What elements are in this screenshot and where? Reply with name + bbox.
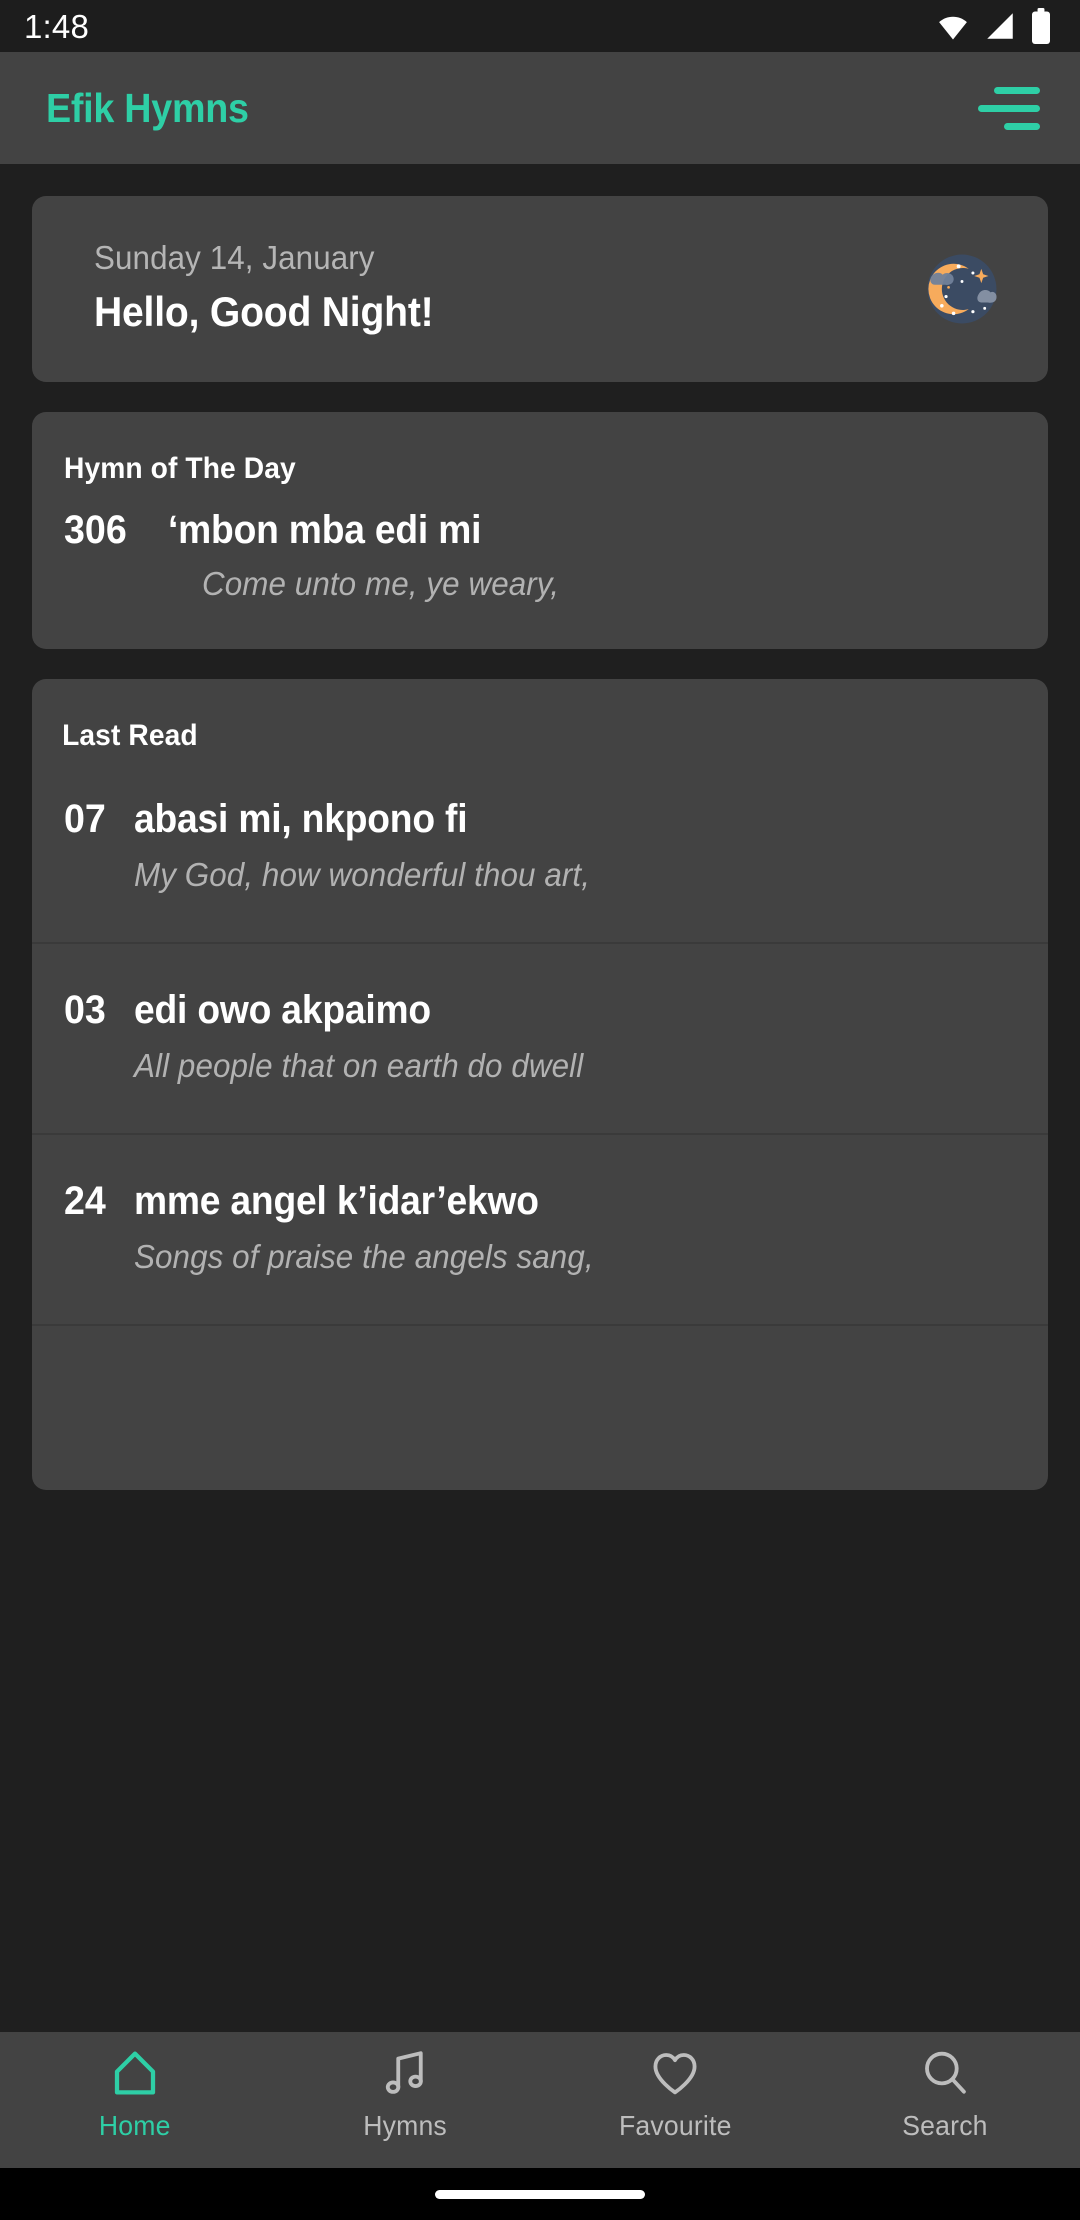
menu-line-2 xyxy=(978,104,1040,112)
nav-label-search: Search xyxy=(902,2110,988,2141)
nav-item-hymns[interactable]: Hymns xyxy=(270,2046,540,2142)
bottom-navigation-bar: Home Hymns Favourite Search xyxy=(0,2032,1080,2168)
list-item[interactable]: 07 abasi mi, nkpono fi My God, how wonde… xyxy=(32,773,1048,942)
home-gesture-bar[interactable] xyxy=(0,2168,1080,2220)
list-item-number: 24 xyxy=(64,1179,106,1223)
status-bar-clock: 1:48 xyxy=(24,7,90,45)
last-read-list: 07 abasi mi, nkpono fi My God, how wonde… xyxy=(32,773,1048,1490)
music-note-icon xyxy=(385,2051,423,2094)
greeting-message: Hello, Good Night! xyxy=(94,288,434,336)
scroll-content[interactable]: Sunday 14, January Hello, Good Night! Hy… xyxy=(0,164,1080,2032)
greeting-text: Sunday 14, January Hello, Good Night! xyxy=(94,237,920,341)
greeting-card: Sunday 14, January Hello, Good Night! xyxy=(32,196,1048,382)
home-icon xyxy=(114,2051,156,2095)
list-item-head: 24 mme angel k’idar’ekwo xyxy=(64,1179,1004,1224)
signal-icon xyxy=(987,13,1013,39)
list-item[interactable]: 24 mme angel k’idar’ekwo Songs of praise… xyxy=(32,1133,1048,1324)
status-bar: 1:48 xyxy=(0,0,1080,52)
hamburger-menu-icon[interactable] xyxy=(976,81,1040,135)
status-bar-icons xyxy=(936,8,1052,44)
list-item-number: 07 xyxy=(64,797,106,841)
app-screen: 1:48 Efik Hymns Sunday 14, January Hello… xyxy=(0,0,1080,2220)
last-read-title: Last Read xyxy=(62,719,198,752)
battery-icon xyxy=(1032,8,1050,44)
list-item-head: 03 edi owo akpaimo xyxy=(64,988,1004,1033)
night-moon-icon xyxy=(927,254,997,324)
last-read-card: Last Read 07 abasi mi, nkpono fi My God,… xyxy=(32,679,1048,1490)
nav-label-home: Home xyxy=(99,2110,171,2141)
list-item-number: 03 xyxy=(64,988,106,1032)
heart-icon xyxy=(653,2053,697,2095)
gesture-indicator xyxy=(435,2189,645,2199)
list-item[interactable]: 03 edi owo akpaimo All people that on ea… xyxy=(32,942,1048,1133)
list-item[interactable] xyxy=(32,1324,1048,1490)
menu-line-3 xyxy=(1004,122,1040,130)
list-item-title: abasi mi, nkpono fi xyxy=(134,797,468,841)
menu-line-1 xyxy=(994,86,1040,94)
nav-item-home[interactable]: Home xyxy=(0,2046,270,2142)
hymn-title: ‘mbon mba edi mi xyxy=(168,508,482,552)
hymn-number: 306 xyxy=(64,508,127,552)
wifi-icon xyxy=(939,16,967,40)
nav-item-favourite[interactable]: Favourite xyxy=(540,2046,810,2142)
hymn-of-the-day-card[interactable]: Hymn of The Day 306 ‘mbon mba edi mi Com… xyxy=(32,412,1048,649)
app-title: Efik Hymns xyxy=(46,84,249,131)
hymn-of-the-day-row: 306 ‘mbon mba edi mi xyxy=(64,508,1004,553)
list-item-subtitle: All people that on earth do dwell xyxy=(134,1047,584,1084)
list-item-head: 07 abasi mi, nkpono fi xyxy=(64,797,1004,842)
nav-item-search[interactable]: Search xyxy=(810,2046,1080,2142)
hymn-of-the-day-title: Hymn of The Day xyxy=(64,452,296,485)
nav-label-favourite: Favourite xyxy=(618,2110,732,2141)
search-icon xyxy=(925,2051,966,2094)
list-item-subtitle: Songs of praise the angels sang, xyxy=(134,1238,594,1275)
list-item-title: edi owo akpaimo xyxy=(134,988,431,1032)
app-bar: Efik Hymns xyxy=(0,52,1080,164)
hymn-subtitle: Come unto me, ye weary, xyxy=(202,565,560,602)
greeting-date: Sunday 14, January xyxy=(94,239,375,277)
nav-label-hymns: Hymns xyxy=(363,2110,447,2141)
list-item-subtitle: My God, how wonderful thou art, xyxy=(134,856,591,893)
list-item-title: mme angel k’idar’ekwo xyxy=(134,1179,539,1223)
